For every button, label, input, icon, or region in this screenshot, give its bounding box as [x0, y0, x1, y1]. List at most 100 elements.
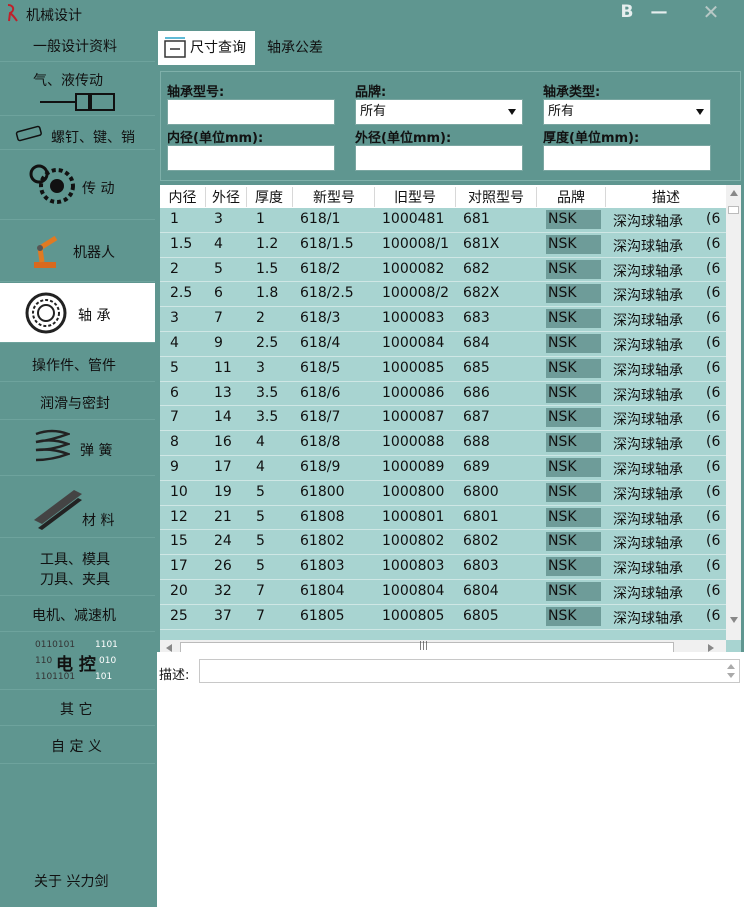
- table-cell: 1000088: [382, 434, 445, 451]
- binary-text: 1101: [95, 640, 118, 650]
- table-cell: 深沟球轴承: [613, 610, 683, 627]
- sidebar-item-handles[interactable]: 操作件、管件: [0, 344, 155, 382]
- header-inner[interactable]: 内径: [160, 187, 205, 207]
- table-row[interactable]: 2.5 6 1.8 618/2.5 100008/2 682X NSK 深沟球轴承 (6: [160, 282, 726, 308]
- sidebar-item-custom[interactable]: 自 定 义: [0, 726, 155, 764]
- table-row[interactable]: 17 26 5 61803 1000803 6803 NSK 深沟球轴承 (6: [160, 555, 726, 580]
- table-cell: 5: [256, 508, 265, 525]
- spin-icon[interactable]: [727, 663, 735, 679]
- table-cell: 61805: [300, 607, 345, 624]
- sidebar-item-spring[interactable]: 弹 簧: [0, 420, 155, 476]
- sidebar-item-electric[interactable]: 0110101 1101 110 010 1101101 101 电 控: [0, 632, 155, 690]
- table-cell: (6: [706, 384, 721, 401]
- sidebar-item-robot[interactable]: 机器人: [0, 220, 155, 282]
- table-cell: 5: [256, 558, 265, 575]
- table-cell: 深沟球轴承: [613, 586, 683, 602]
- table-row[interactable]: 7 14 3.5 618/7 1000087 687 NSK 深沟球轴承 (6: [160, 406, 726, 432]
- table-cell: NSK: [546, 458, 601, 477]
- outer-diameter-input[interactable]: [355, 145, 523, 171]
- table-row[interactable]: 15 24 5 61802 1000802 6802 NSK 深沟球轴承 (6: [160, 530, 726, 556]
- table-row[interactable]: 4 9 2.5 618/4 1000084 684 NSK 深沟球轴承 (6: [160, 332, 726, 357]
- inner-diameter-input[interactable]: [167, 145, 335, 171]
- sidebar-item-screws[interactable]: 螺钉、键、销: [0, 116, 155, 150]
- table-row[interactable]: 3 7 2 618/3 1000083 683 NSK 深沟球轴承 (6: [160, 307, 726, 332]
- description-label: 描述:: [159, 668, 190, 683]
- table-cell: 5: [214, 260, 223, 277]
- tab-bearing-tolerance[interactable]: 轴承公差: [267, 31, 323, 65]
- scroll-right-icon[interactable]: [708, 644, 714, 652]
- table-cell: 618/8: [300, 434, 341, 451]
- table-cell: 37: [214, 607, 232, 624]
- table-row[interactable]: 8 16 4 618/8 1000088 688 NSK 深沟球轴承 (6: [160, 431, 726, 456]
- sidebar-item-motor[interactable]: 电机、减速机: [0, 596, 155, 632]
- table-cell: NSK: [546, 532, 601, 552]
- type-select[interactable]: 所有: [543, 99, 711, 125]
- table-row[interactable]: 2 5 1.5 618/2 1000082 682 NSK 深沟球轴承 (6: [160, 258, 726, 283]
- table-cell: 11: [214, 359, 232, 376]
- table-cell: 深沟球轴承: [613, 362, 683, 379]
- table-row[interactable]: 1.5 4 1.2 618/1.5 100008/1 681X NSK 深沟球轴承 (6: [160, 233, 726, 258]
- header-description[interactable]: 描述: [606, 187, 726, 207]
- table-cell: NSK: [546, 210, 601, 229]
- model-input[interactable]: [167, 99, 335, 125]
- header-new-model[interactable]: 新型号: [293, 187, 375, 207]
- table-cell: 3.5: [256, 384, 279, 401]
- thickness-input[interactable]: [543, 145, 711, 171]
- table-cell: 688: [463, 434, 490, 451]
- sidebar-item-bearing[interactable]: 轴 承: [0, 283, 155, 343]
- header-ref-model[interactable]: 对照型号: [456, 187, 536, 207]
- table-row[interactable]: 9 17 4 618/9 1000089 689 NSK 深沟球轴承 (6: [160, 456, 726, 481]
- minimize-button[interactable]: —: [646, 0, 672, 26]
- sidebar-item-transmission[interactable]: 传 动: [0, 150, 155, 220]
- sidebar-item-label: 电机、减速机: [32, 608, 116, 624]
- table-cell: 1.8: [256, 285, 279, 302]
- scroll-down-icon[interactable]: [730, 617, 738, 623]
- table-cell: 深沟球轴承: [613, 263, 683, 280]
- sidebar-item-general[interactable]: 一般设计资料: [0, 28, 155, 62]
- table-cell: 25: [170, 607, 188, 624]
- table-cell: 618/1: [300, 211, 341, 227]
- about-link[interactable]: 关于 兴力剑: [34, 871, 108, 891]
- header-outer[interactable]: 外径: [206, 187, 246, 207]
- bearing-icon: [25, 292, 67, 334]
- brand-select[interactable]: 所有: [355, 99, 523, 125]
- b-button[interactable]: B: [616, 0, 638, 26]
- table-cell: 1000086: [382, 384, 445, 401]
- sidebar-item-other[interactable]: 其 它: [0, 690, 155, 726]
- sidebar-item-lubrication[interactable]: 润滑与密封: [0, 382, 155, 420]
- header-thickness[interactable]: 厚度: [247, 187, 291, 207]
- app-logo-icon: [7, 4, 18, 22]
- table-cell: 5: [170, 359, 179, 376]
- table-cell: 1.5: [256, 260, 279, 277]
- table-row[interactable]: 20 32 7 61804 1000804 6804 NSK 深沟球轴承 (6: [160, 580, 726, 605]
- sidebar-item-label: 气、液传动: [33, 73, 103, 89]
- sidebar-item-label: 机器人: [73, 245, 115, 261]
- scroll-left-icon[interactable]: [166, 644, 172, 652]
- table-cell: NSK: [546, 582, 601, 601]
- sidebar-item-tools[interactable]: 工具、模具 刀具、夹具: [0, 538, 155, 596]
- table-cell: 19: [214, 483, 232, 500]
- close-button[interactable]: ✕: [698, 0, 724, 26]
- scroll-up-icon[interactable]: [730, 190, 738, 196]
- tab-label: 尺寸查询: [190, 40, 246, 56]
- table-cell: (6: [706, 260, 721, 277]
- table-cell: 10: [170, 483, 188, 500]
- binary-text: 010: [99, 656, 117, 666]
- tab-size-query[interactable]: 尺寸查询: [158, 31, 255, 65]
- header-old-model[interactable]: 旧型号: [375, 187, 455, 207]
- description-field[interactable]: [199, 659, 740, 683]
- table-row[interactable]: 25 37 7 61805 1000805 6805 NSK 深沟球轴承 (6: [160, 605, 726, 630]
- table-row[interactable]: 5 11 3 618/5 1000085 685 NSK 深沟球轴承 (6: [160, 357, 726, 382]
- description-panel: 描述:: [157, 652, 744, 907]
- table-row[interactable]: 10 19 5 61800 1000800 6800 NSK 深沟球轴承 (6: [160, 481, 726, 506]
- table-row[interactable]: 1 3 1 618/1 1000481 681 NSK 深沟球轴承 (6: [160, 208, 726, 233]
- sidebar-item-material[interactable]: 材 料: [0, 476, 155, 538]
- table-row[interactable]: 12 21 5 61808 1000801 6801 NSK 深沟球轴承 (6: [160, 506, 726, 531]
- ruler-icon: [164, 37, 186, 58]
- header-brand[interactable]: 品牌: [537, 187, 605, 207]
- table-row[interactable]: 6 13 3.5 618/6 1000086 686 NSK 深沟球轴承 (6: [160, 382, 726, 407]
- scroll-thumb[interactable]: [728, 206, 739, 214]
- table-cell: NSK: [546, 259, 601, 279]
- sidebar-item-pneumatic[interactable]: 气、液传动: [0, 62, 155, 116]
- vertical-scrollbar[interactable]: [726, 185, 741, 640]
